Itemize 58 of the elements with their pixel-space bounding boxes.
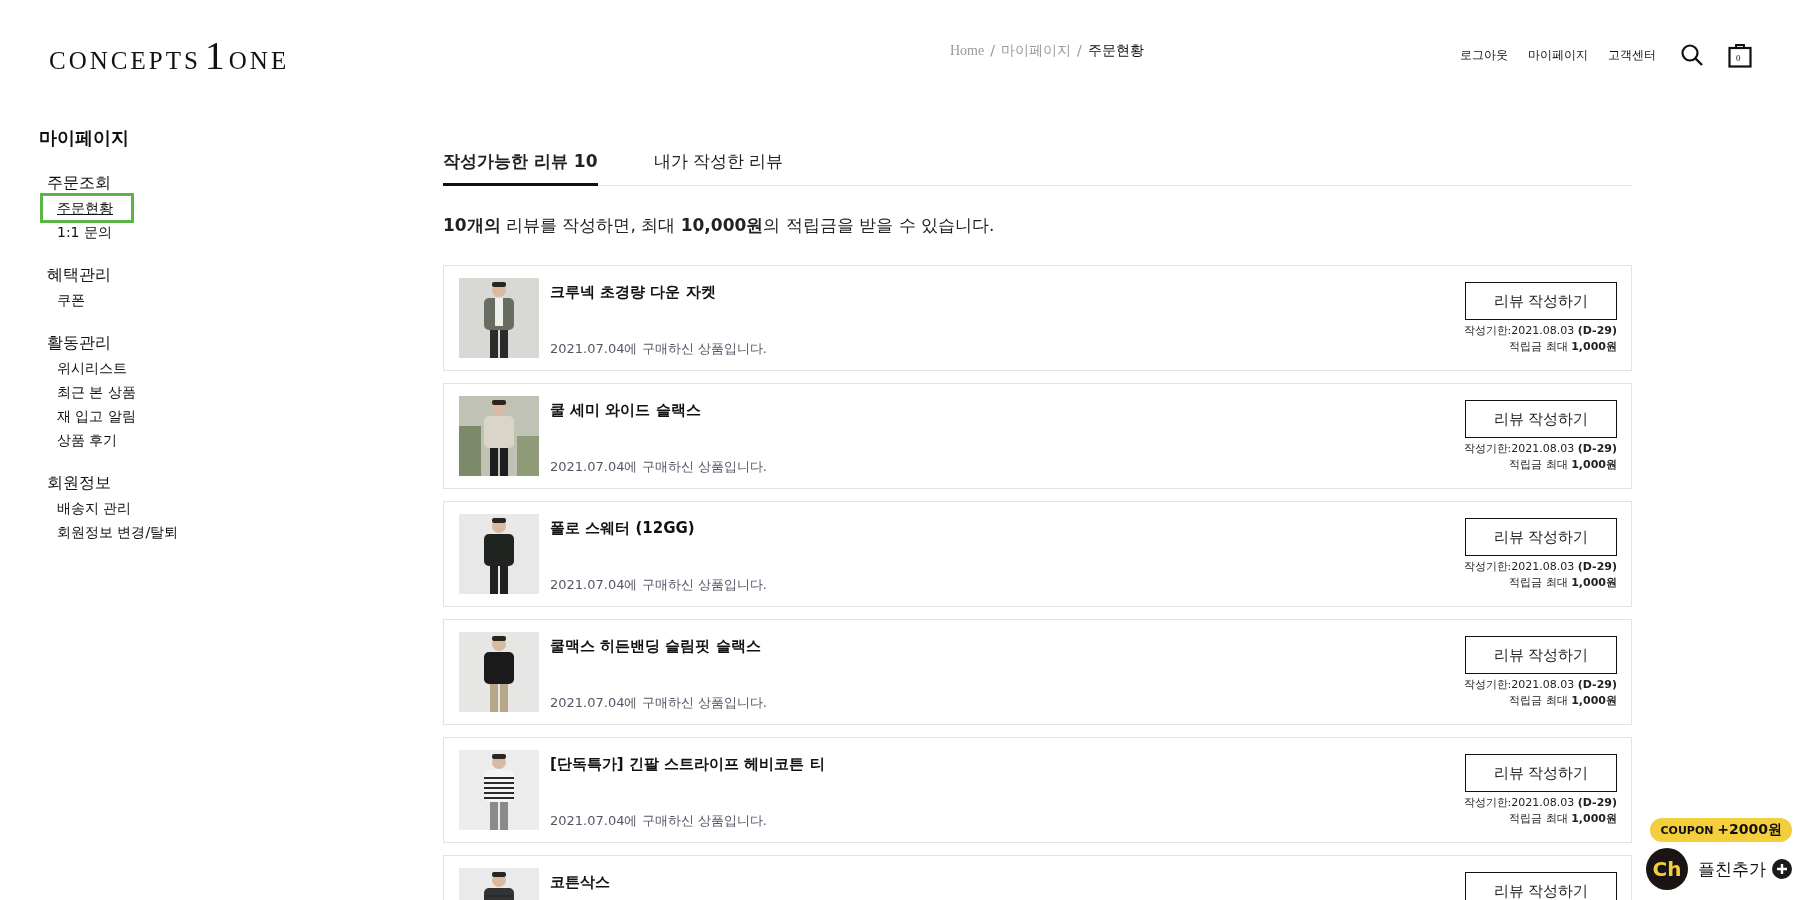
product-name[interactable]: 쿨맥스 히든밴딩 슬림핏 슬랙스 <box>550 637 761 656</box>
sidebar-group-title: 주문조회 <box>47 172 111 194</box>
breadcrumb-link[interactable]: 주문현황 <box>1087 42 1144 60</box>
reward-info: 적립금 최대 1,000원 <box>1509 457 1617 473</box>
sidebar-group-title: 혜택관리 <box>47 264 111 286</box>
purchase-date: 2021.07.04에 구매하신 상품입니다. <box>550 576 767 594</box>
write-review-button[interactable]: 리뷰 작성하기 <box>1465 282 1617 320</box>
add-friend-label[interactable]: 플친추가 <box>1698 857 1766 881</box>
sidebar-item[interactable]: 배송지 관리 <box>47 496 132 520</box>
logo[interactable]: CONCEPTS 1 ONE <box>49 31 290 79</box>
sidebar-item[interactable]: 쿠폰 <box>47 288 85 312</box>
cart-count: 0 <box>1736 52 1741 64</box>
reward-info: 적립금 최대 1,000원 <box>1509 693 1617 709</box>
notice-text: 10개의 리뷰를 작성하면, 최대 10,000원의 적립금을 받을 수 있습니다. <box>443 214 996 237</box>
review-deadline: 작성기한:2021.08.03 (D-29) <box>1463 559 1617 575</box>
chat-logo[interactable]: Ch <box>1646 848 1688 890</box>
nav-link[interactable]: 고객센터 <box>1608 46 1656 64</box>
shopping-bag-icon[interactable] <box>1728 42 1752 68</box>
purchase-date: 2021.07.04에 구매하신 상품입니다. <box>550 458 767 476</box>
purchase-date: 2021.07.04에 구매하신 상품입니다. <box>550 340 767 358</box>
reward-info: 적립금 최대 1,000원 <box>1509 339 1617 355</box>
sidebar-group-title: 회원정보 <box>47 472 111 494</box>
write-review-button[interactable]: 리뷰 작성하기 <box>1465 872 1617 900</box>
sidebar-item[interactable]: 최근 본 상품 <box>47 380 136 404</box>
breadcrumb-separator: / <box>990 42 995 58</box>
write-review-button[interactable]: 리뷰 작성하기 <box>1465 754 1617 792</box>
nav-link[interactable]: 로그아웃 <box>1460 46 1508 64</box>
tab[interactable]: 내가 작성한 리뷰 <box>653 150 784 186</box>
product-name[interactable]: 크루넥 초경량 다운 자켓 <box>550 283 716 302</box>
write-review-button[interactable]: 리뷰 작성하기 <box>1465 636 1617 674</box>
review-deadline: 작성기한:2021.08.03 (D-29) <box>1463 441 1617 457</box>
sidebar-item[interactable]: 주문현황 <box>43 196 131 220</box>
sidebar-item[interactable]: 재 입고 알림 <box>47 404 136 428</box>
sidebar-group-title: 활동관리 <box>47 332 111 354</box>
purchase-date: 2021.07.04에 구매하신 상품입니다. <box>550 812 767 830</box>
product-name[interactable]: 폴로 스웨터 (12GG) <box>550 519 695 538</box>
product-name[interactable]: 코튼삭스 <box>550 873 610 892</box>
breadcrumb-separator: / <box>1076 42 1082 58</box>
review-deadline: 작성기한:2021.08.03 (D-29) <box>1463 795 1617 811</box>
write-review-button[interactable]: 리뷰 작성하기 <box>1465 518 1617 556</box>
product-name[interactable]: 쿨 세미 와이드 슬랙스 <box>550 401 701 420</box>
sidebar-item[interactable]: 회원정보 변경/탈퇴 <box>47 520 179 544</box>
sidebar-item[interactable]: 상품 후기 <box>47 428 118 452</box>
sidebar-item[interactable]: 위시리스트 <box>47 356 127 380</box>
product-name[interactable]: [단독특가] 긴팔 스트라이프 헤비코튼 티 <box>550 755 825 774</box>
nav-link[interactable]: 마이페이지 <box>1528 46 1588 64</box>
coupon-badge[interactable]: COUPON +2000원 <box>1650 818 1792 842</box>
purchase-date: 2021.07.04에 구매하신 상품입니다. <box>550 694 767 712</box>
reward-info: 적립금 최대 1,000원 <box>1509 811 1617 827</box>
write-review-button[interactable]: 리뷰 작성하기 <box>1465 400 1617 438</box>
review-deadline: 작성기한:2021.08.03 (D-29) <box>1463 323 1617 339</box>
reward-info: 적립금 최대 1,000원 <box>1509 575 1617 591</box>
tab[interactable]: 작성가능한 리뷰 10 <box>443 150 598 186</box>
search-icon[interactable] <box>1680 43 1704 67</box>
sidebar-item[interactable]: 1:1 문의 <box>47 220 112 244</box>
sidebar-title: 마이페이지 <box>39 126 130 150</box>
plus-icon[interactable] <box>1772 859 1792 879</box>
review-deadline: 작성기한:2021.08.03 (D-29) <box>1463 677 1617 693</box>
